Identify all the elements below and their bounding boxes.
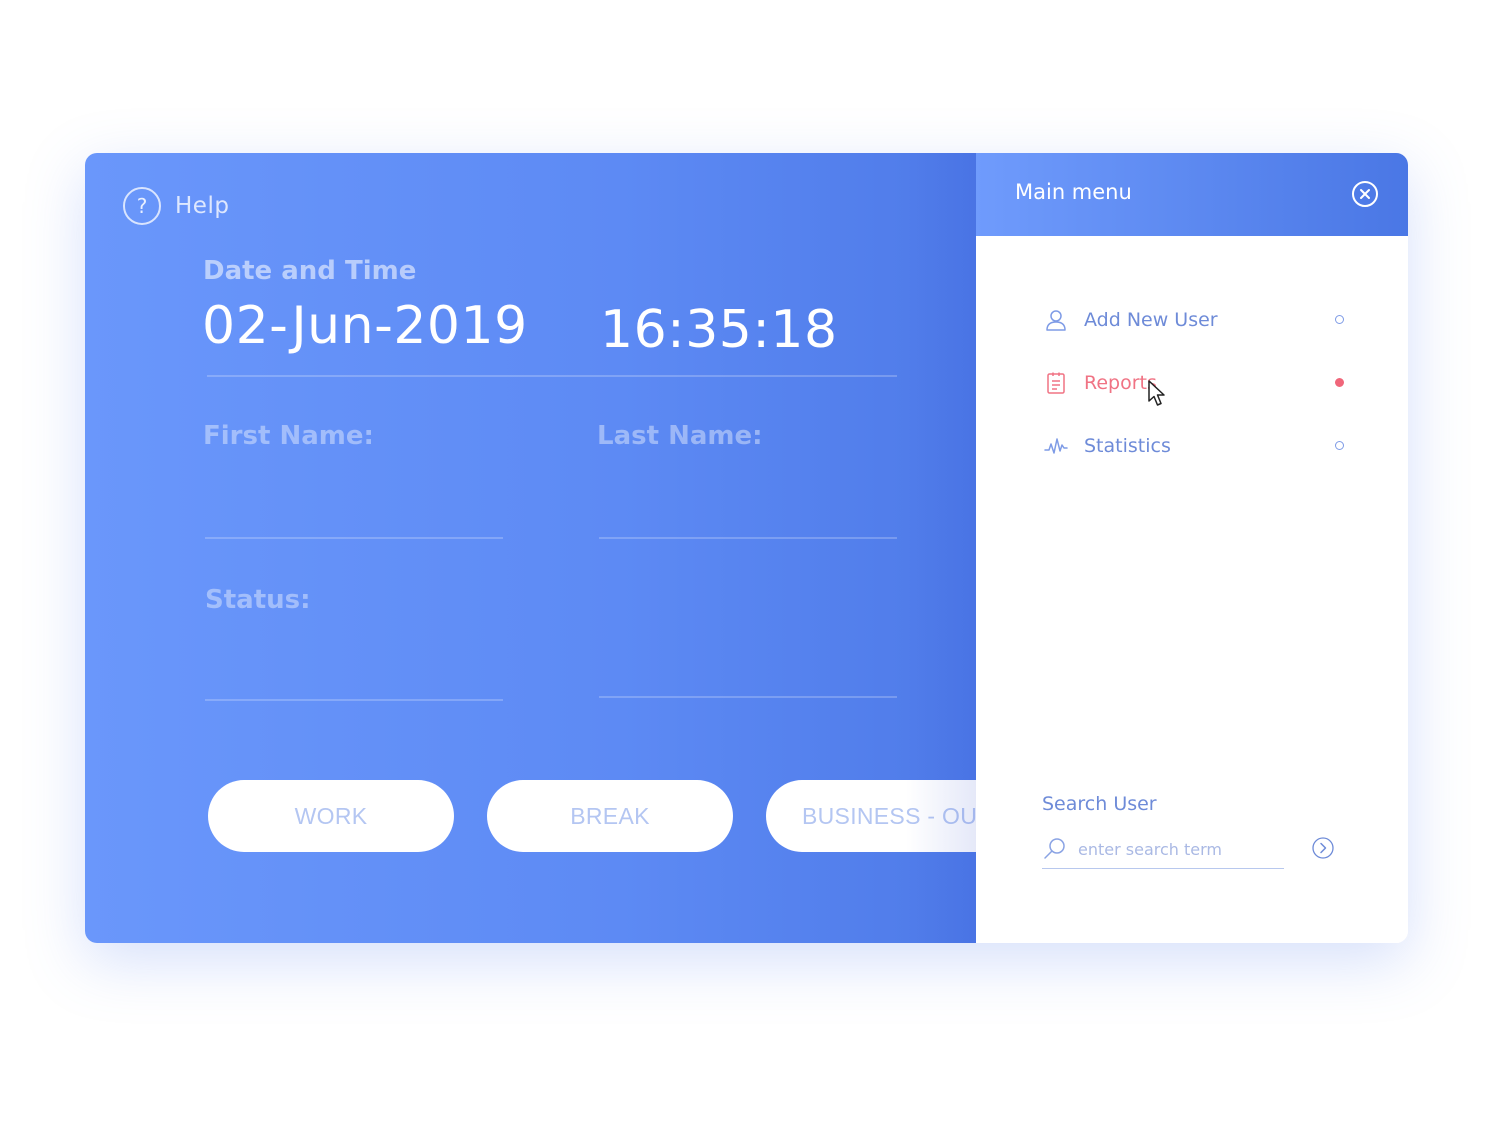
help-icon: ? — [123, 187, 161, 225]
menu-header: Main menu — [976, 153, 1408, 236]
date-time-label: Date and Time — [203, 256, 417, 286]
break-button[interactable]: BREAK — [487, 780, 733, 852]
first-name-label: First Name: — [203, 421, 374, 451]
menu-item-indicator — [1335, 378, 1344, 387]
app-window: ? Help Date and Time 02-Jun-2019 16:35:1… — [85, 153, 1408, 943]
search-user-label: Search User — [1042, 793, 1157, 815]
menu-item-indicator — [1335, 315, 1344, 324]
time-value: 16:35:18 — [600, 300, 838, 360]
search-input[interactable] — [1076, 838, 1280, 860]
menu-item-add-new-user[interactable]: Add New User — [1044, 303, 1344, 337]
last-name-label: Last Name: — [597, 421, 763, 451]
status-label: Status: — [205, 585, 311, 615]
menu-item-label: Reports — [1084, 372, 1157, 394]
work-button[interactable]: WORK — [208, 780, 454, 852]
menu-item-statistics[interactable]: Statistics — [1044, 429, 1344, 463]
status-input[interactable] — [205, 661, 503, 701]
date-divider — [207, 375, 897, 377]
menu-item-reports[interactable]: Reports — [1044, 366, 1344, 400]
search-field — [1042, 830, 1284, 869]
menu-item-label: Add New User — [1084, 309, 1218, 331]
help-label: Help — [175, 193, 230, 219]
time-clock-panel: ? Help Date and Time 02-Jun-2019 16:35:1… — [85, 153, 976, 943]
status-right-divider — [599, 696, 897, 698]
business-out-button[interactable]: BUSINESS - OUT — [766, 780, 976, 852]
activity-icon — [1044, 438, 1068, 454]
main-menu-panel: Main menu Add New User Reports Statistic… — [976, 153, 1408, 943]
date-value: 02-Jun-2019 — [202, 296, 528, 356]
app-stage: ? Help Date and Time 02-Jun-2019 16:35:1… — [0, 0, 1498, 1124]
close-circle-icon — [1360, 189, 1370, 199]
help-button[interactable]: ? Help — [123, 187, 229, 225]
first-name-input[interactable] — [205, 499, 503, 539]
search-icon — [1044, 838, 1065, 859]
last-name-input[interactable] — [599, 499, 897, 539]
user-icon — [1046, 310, 1066, 331]
menu-item-indicator — [1335, 441, 1344, 450]
menu-item-label: Statistics — [1084, 435, 1171, 457]
menu-title: Main menu — [1015, 180, 1132, 204]
clipboard-icon — [1047, 372, 1065, 394]
close-menu-button[interactable] — [1352, 181, 1378, 207]
chevron-right-circle-icon[interactable] — [1312, 837, 1334, 859]
